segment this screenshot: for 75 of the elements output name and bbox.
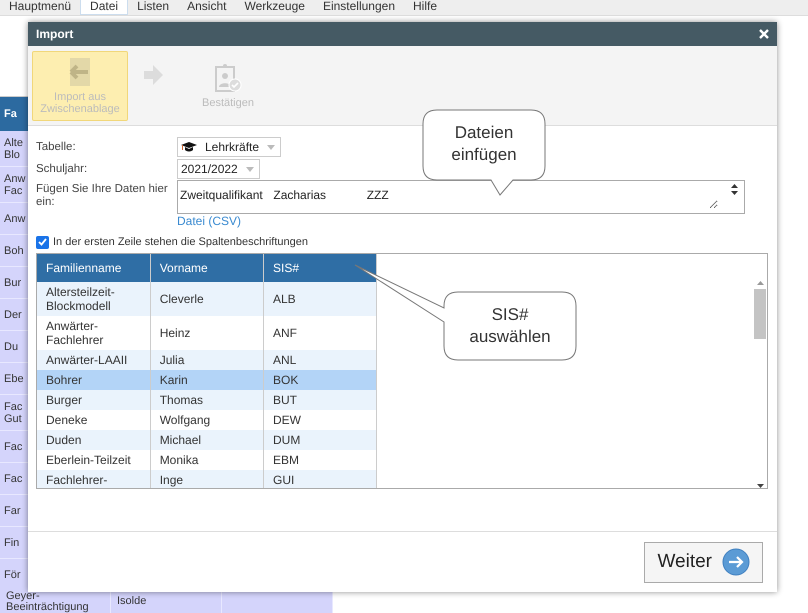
- list-item[interactable]: Fac: [0, 463, 28, 495]
- spin-arrows-icon: [731, 184, 738, 195]
- list-header: Fa: [0, 97, 28, 131]
- table-row[interactable]: Bohrer Karin BOK: [37, 370, 376, 390]
- table-cell: DUM: [264, 430, 376, 450]
- graduation-cap-icon: [181, 142, 197, 152]
- table-cell: Thomas: [150, 390, 264, 410]
- csv-file-link[interactable]: Datei (CSV): [177, 214, 242, 228]
- callout-text: Dateien einfügen: [450, 122, 518, 166]
- clipboard-check-icon: [213, 62, 243, 92]
- table-row[interactable]: Fachlehrer- Inge GUI: [37, 470, 376, 488]
- list-item[interactable]: Du: [0, 331, 28, 363]
- menu-tab[interactable]: Hilfe: [404, 0, 446, 15]
- list-item[interactable]: Ebe: [0, 363, 28, 395]
- menu-tab[interactable]: Listen: [128, 0, 178, 15]
- table-cell: BOK: [264, 370, 376, 390]
- list-item[interactable]: Anw: [0, 203, 28, 235]
- next-button[interactable]: Weiter: [644, 542, 763, 582]
- table-cell: ANL: [264, 350, 376, 370]
- table-row[interactable]: Altersteilzeit-Blockmodell Cleverle ALB: [37, 282, 376, 316]
- list-item[interactable]: Der: [0, 299, 28, 331]
- list-item[interactable]: Fin: [0, 527, 28, 559]
- field-label: Fügen Sie Ihre Daten hier ein:: [36, 182, 169, 209]
- table-cell: Burger: [37, 390, 150, 410]
- year-select[interactable]: 2021/2022: [177, 159, 260, 179]
- table-select[interactable]: Lehrkräfte: [177, 137, 282, 157]
- table-cell: Altersteilzeit-Blockmodell: [37, 282, 150, 316]
- close-icon[interactable]: [759, 29, 769, 39]
- column-header[interactable]: SIS#: [264, 254, 376, 282]
- list-item[interactable]: Bur: [0, 267, 28, 299]
- scrollbar-thumb[interactable]: [754, 289, 766, 339]
- table-cell: ALB: [264, 282, 376, 316]
- menu-tab[interactable]: Werkzeuge: [235, 0, 314, 15]
- list-item[interactable]: För: [0, 559, 28, 591]
- list-item[interactable]: Far: [0, 495, 28, 527]
- table-cell: Fachlehrer-: [37, 470, 150, 488]
- menu-tab[interactable]: Ansicht: [178, 0, 236, 15]
- list-item[interactable]: Fac Gut: [0, 395, 28, 431]
- table-cell: Duden: [37, 430, 150, 450]
- table-cell: Karin: [150, 370, 264, 390]
- caret-icon: [267, 144, 276, 150]
- paste-field[interactable]: Zweitqualifikant Zacharias ZZZ: [177, 180, 745, 214]
- arrow-right-icon: [722, 548, 750, 576]
- dialog-title: Import: [36, 27, 74, 41]
- caret-icon: [246, 166, 254, 172]
- arrow-right-icon: [144, 64, 164, 86]
- scroll-up-icon[interactable]: [756, 281, 764, 285]
- table-cell: BUT: [264, 390, 376, 410]
- table-cell: Anwärter-LAAII: [37, 350, 150, 370]
- table-row[interactable]: Anwärter-LAAII Julia ANL: [37, 350, 376, 370]
- table-cell: Michael: [150, 430, 264, 450]
- list-cell: Isolde: [111, 590, 222, 613]
- callout-text: SIS# auswählen: [468, 304, 552, 348]
- table-cell: Inge: [150, 470, 264, 488]
- table-row[interactable]: Burger Thomas BUT: [37, 390, 376, 410]
- table-cell: Cleverle: [150, 282, 264, 316]
- header-checkbox[interactable]: [36, 236, 49, 248]
- field-label: Tabelle:: [36, 141, 77, 153]
- column-header[interactable]: Vorname: [150, 254, 264, 282]
- list-item[interactable]: Anw Fac: [0, 167, 28, 203]
- menu-tab[interactable]: Datei: [80, 0, 128, 15]
- list-cell: Geyer-Beeinträchtigung: [0, 590, 111, 613]
- menu-tab[interactable]: Hauptmenü: [0, 0, 80, 15]
- checkbox-label: In der ersten Zeile stehen die Spaltenbeschriftungen: [53, 236, 308, 248]
- table-cell: Julia: [150, 350, 264, 370]
- list-item[interactable]: Fac: [0, 431, 28, 463]
- column-header[interactable]: Familienname: [37, 254, 150, 282]
- list-item[interactable]: Alte Blo: [0, 131, 28, 167]
- table-cell: GUI: [264, 470, 376, 488]
- field-label: Schuljahr:: [36, 163, 88, 175]
- scroll-down-icon[interactable]: [756, 484, 764, 488]
- table-row[interactable]: Duden Michael DUM: [37, 430, 376, 450]
- menu-tab[interactable]: Einstellungen: [314, 0, 404, 15]
- list-item[interactable]: Boh: [0, 235, 28, 267]
- table-cell: Bohrer: [37, 370, 150, 390]
